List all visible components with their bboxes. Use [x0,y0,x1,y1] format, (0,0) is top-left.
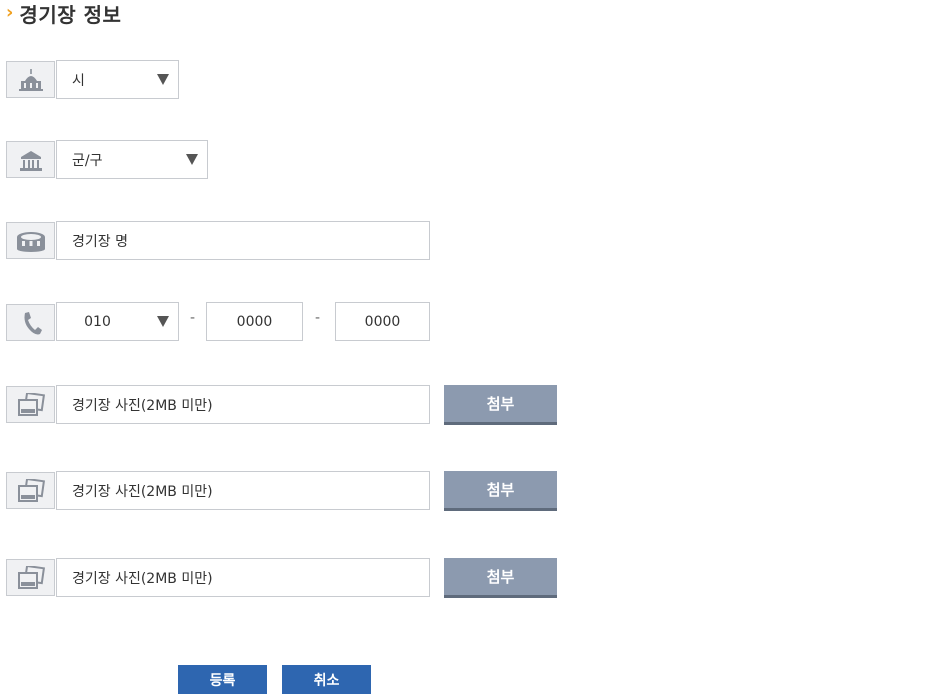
dropdown-arrow-icon [157,316,169,327]
phone-separator: - [190,310,196,326]
phone-last-value: 0000 [364,313,401,330]
photo-file-placeholder: 경기장 사진(2MB 미만) [72,483,213,500]
section-title: 경기장 정보 [19,2,122,27]
stadium-name-placeholder: 경기장 명 [72,233,128,250]
cancel-button[interactable]: 취소 [282,665,371,694]
dropdown-arrow-icon [186,154,198,165]
chevron-right-icon: › [6,2,14,23]
phone-middle-value: 0000 [236,313,273,330]
photo-icon [6,386,55,423]
register-button[interactable]: 등록 [178,665,267,694]
photo-file-input[interactable]: 경기장 사진(2MB 미만) [56,471,430,510]
city-select-value: 시 [72,72,85,89]
district-select[interactable]: 군/구 [56,140,208,179]
phone-prefix-value: 010 [84,313,111,330]
photo-file-input[interactable]: 경기장 사진(2MB 미만) [56,385,430,424]
phone-prefix-select[interactable]: 010 [56,302,179,341]
phone-separator: - [315,310,321,326]
section-header: › 경기장 정보 [6,0,122,27]
photo-file-placeholder: 경기장 사진(2MB 미만) [72,397,213,414]
photo-icon [6,472,55,509]
stadium-icon [6,222,55,259]
photo-icon [6,559,55,596]
district-select-value: 군/구 [72,152,103,169]
city-hall-icon [6,61,55,98]
attach-button[interactable]: 첨부 [444,471,557,511]
attach-button[interactable]: 첨부 [444,385,557,425]
dropdown-arrow-icon [157,74,169,85]
photo-file-input[interactable]: 경기장 사진(2MB 미만) [56,558,430,597]
attach-button[interactable]: 첨부 [444,558,557,598]
city-select[interactable]: 시 [56,60,179,99]
phone-icon [6,304,55,341]
photo-file-placeholder: 경기장 사진(2MB 미만) [72,570,213,587]
phone-middle-input[interactable]: 0000 [206,302,303,341]
phone-last-input[interactable]: 0000 [335,302,430,341]
stadium-name-input[interactable]: 경기장 명 [56,221,430,260]
government-building-icon [6,141,55,178]
